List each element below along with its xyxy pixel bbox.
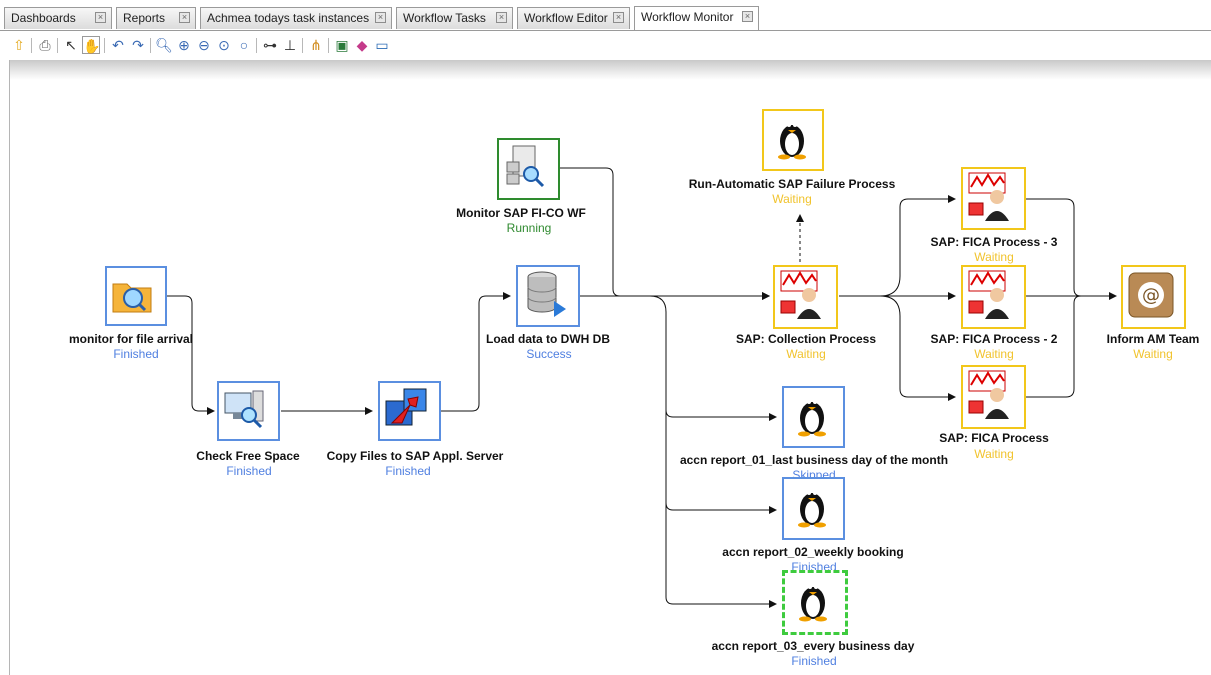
svg-text:@: @ <box>1142 285 1160 306</box>
node-status: Waiting <box>772 192 812 206</box>
node-report-01[interactable] <box>782 386 845 448</box>
node-inform-am-team[interactable]: @ <box>1121 265 1186 329</box>
database-icon <box>527 271 566 317</box>
document-search-icon <box>506 145 545 188</box>
node-monitor-sap-fico[interactable] <box>497 138 560 200</box>
edge <box>649 295 777 421</box>
node-label: accn report_03_every business day <box>711 639 915 653</box>
edge <box>440 292 511 412</box>
linux-penguin-icon <box>798 400 826 437</box>
node-sap-fica-3[interactable] <box>961 167 1026 230</box>
node-monitor-file-arrival[interactable] <box>105 266 167 326</box>
node-check-free-space[interactable] <box>217 381 280 441</box>
node-status: Waiting <box>786 347 826 361</box>
node-status: Waiting <box>974 347 1014 361</box>
node-status: Waiting <box>974 447 1014 461</box>
node-label: SAP: FICA Process - 2 <box>930 332 1058 346</box>
node-run-automatic-sap[interactable] <box>762 109 824 171</box>
linux-penguin-icon <box>798 491 826 528</box>
edge <box>166 295 215 415</box>
node-label: SAP: FICA Process - 3 <box>930 235 1058 249</box>
sap-process-icon <box>968 172 1009 221</box>
node-status: Waiting <box>974 250 1014 264</box>
node-label: Inform AM Team <box>1106 332 1200 346</box>
node-label: Load data to DWH DB <box>486 332 610 346</box>
linux-penguin-icon <box>799 585 827 622</box>
node-label: Monitor SAP FI-CO WF <box>456 206 586 220</box>
node-load-dwh[interactable] <box>516 265 580 327</box>
node-label: Run-Automatic SAP Failure Process <box>688 177 896 191</box>
sap-process-icon <box>968 270 1009 319</box>
node-label: accn report_01_last business day of the … <box>679 453 949 467</box>
linux-penguin-icon <box>778 123 806 160</box>
node-label: Copy Files to SAP Appl. Server <box>326 449 504 463</box>
node-label: SAP: Collection Process <box>735 332 877 346</box>
node-label: monitor for file arrival <box>68 332 194 346</box>
email-icon: @ <box>1128 272 1174 318</box>
edge <box>879 295 956 401</box>
edge <box>1026 295 1082 398</box>
node-status: Finished <box>226 464 272 478</box>
sap-process-icon <box>968 370 1009 419</box>
transfer-icon <box>385 388 427 426</box>
sap-process-icon <box>780 270 821 319</box>
node-status: Waiting <box>1133 347 1173 361</box>
node-status: Finished <box>113 347 159 361</box>
node-report-03[interactable] <box>782 570 848 635</box>
computer-search-icon <box>224 390 264 429</box>
node-label: Check Free Space <box>196 449 300 463</box>
node-status: Finished <box>791 654 837 668</box>
node-label: accn report_02_weekly booking <box>722 545 904 559</box>
node-status: Running <box>506 221 552 235</box>
node-status: Finished <box>385 464 431 478</box>
folder-search-icon <box>112 283 152 313</box>
node-report-02[interactable] <box>782 477 845 540</box>
node-copy-files[interactable] <box>378 381 441 441</box>
node-sap-fica[interactable] <box>961 365 1026 429</box>
node-label: SAP: FICA Process <box>939 431 1049 445</box>
node-sap-fica-2[interactable] <box>961 265 1026 329</box>
node-status: Success <box>526 347 572 361</box>
node-sap-collection[interactable] <box>773 265 838 329</box>
